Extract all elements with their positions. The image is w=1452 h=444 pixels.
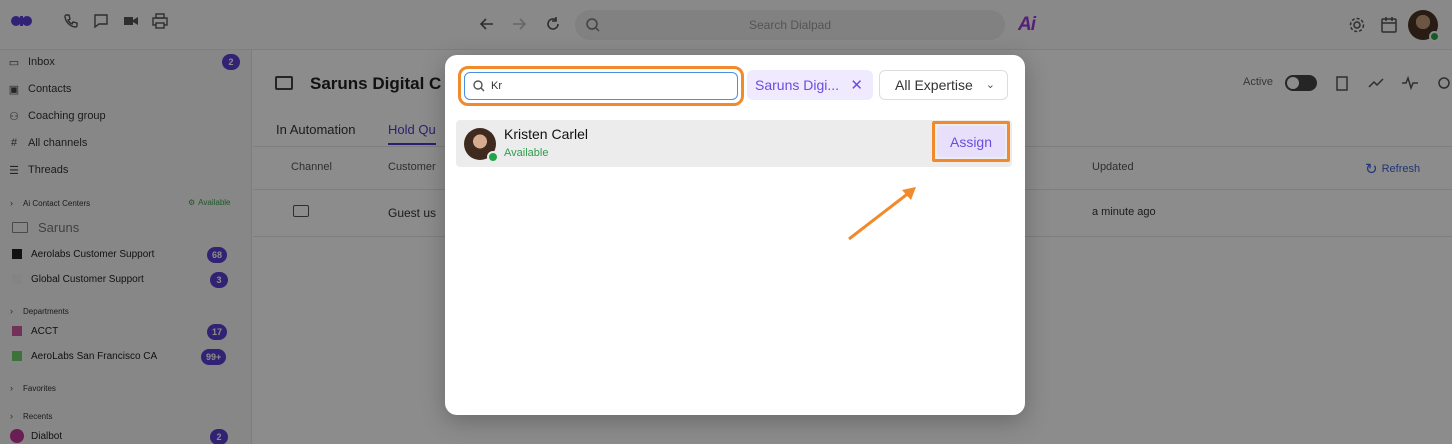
- annotation-arrow: [848, 187, 916, 241]
- agent-status: Available: [504, 147, 549, 159]
- agent-name: Kristen Carlel: [504, 126, 589, 142]
- assign-agent-modal: Saruns Digi... ✕ All Expertise ⌄ Kristen…: [445, 55, 1025, 415]
- chevron-down-icon: ⌄: [985, 79, 995, 91]
- search-icon: [473, 80, 485, 92]
- agent-list-item[interactable]: Kristen Carlel Available: [456, 120, 1012, 167]
- group-filter-chip[interactable]: Saruns Digi... ✕: [747, 70, 873, 100]
- close-icon[interactable]: ✕: [850, 76, 863, 94]
- highlight-box: Assign: [932, 121, 1010, 162]
- agent-avatar: [464, 128, 499, 163]
- highlight-box: [458, 66, 744, 106]
- chip-label: Saruns Digi...: [755, 77, 840, 93]
- expertise-dropdown[interactable]: All Expertise ⌄: [879, 70, 1008, 100]
- agent-search-field[interactable]: [464, 72, 738, 100]
- available-status-dot: [487, 151, 499, 163]
- dropdown-label: All Expertise: [895, 77, 973, 93]
- assign-button[interactable]: Assign: [937, 126, 1005, 157]
- agent-search-input[interactable]: [491, 77, 731, 95]
